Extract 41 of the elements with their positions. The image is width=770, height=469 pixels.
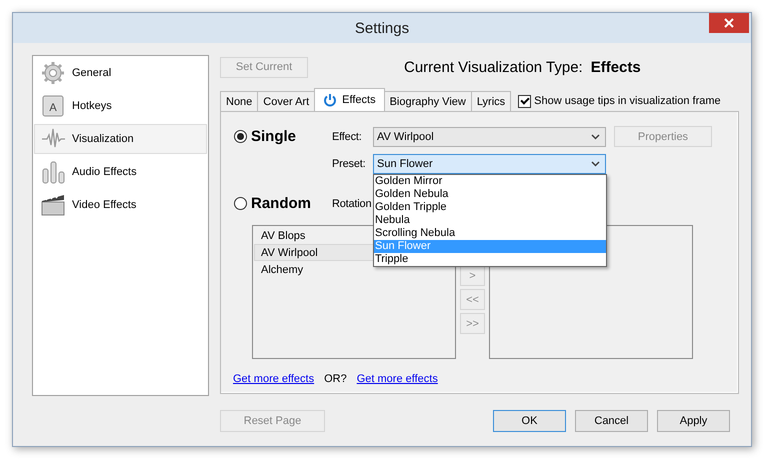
random-mode-label: Random <box>251 195 311 212</box>
effect-dropdown[interactable]: AV Wirlpool <box>373 126 606 146</box>
key-icon: A <box>41 94 65 118</box>
current-type-label: Current Visualization Type: <box>404 58 583 76</box>
chevron-down-icon <box>591 161 600 167</box>
dropdown-option[interactable]: Golden Mirror <box>374 175 606 188</box>
sidebar-item[interactable]: Video Effects <box>34 190 207 220</box>
sidebar-item[interactable]: Visualization <box>34 124 207 154</box>
tab[interactable]: Effects <box>314 88 385 111</box>
checkbox[interactable] <box>518 94 532 108</box>
dialog-button[interactable]: Cancel <box>575 410 648 432</box>
radio-button[interactable] <box>234 197 247 210</box>
dialog-button[interactable]: Apply <box>657 410 730 432</box>
dropdown-option[interactable]: Nebula <box>374 214 606 227</box>
show-tips-label: Show usage tips in visualization frame <box>534 95 721 107</box>
tab[interactable]: Lyrics <box>470 91 512 111</box>
or-label: OR? <box>324 373 347 385</box>
bars-icon <box>41 160 65 184</box>
get-more-effects-link[interactable]: Get more effects <box>356 373 438 385</box>
preset-label: Preset: <box>332 158 366 170</box>
dropdown-option[interactable]: Scrolling Nebula <box>374 227 606 240</box>
radio-button[interactable] <box>234 130 247 143</box>
effect-label: Effect: <box>332 130 363 142</box>
get-more-effects-link[interactable]: Get more effects <box>233 373 314 385</box>
dropdown-option[interactable]: Golden Tripple <box>374 201 606 214</box>
clapperboard-icon <box>41 193 65 217</box>
close-icon <box>724 18 734 28</box>
dropdown-option[interactable]: Golden Nebula <box>374 188 606 201</box>
sidebar-item[interactable]: A Hotkeys <box>34 91 207 121</box>
preset-dropdown[interactable]: Sun Flower <box>373 154 606 174</box>
rotation-label: Rotation <box>332 198 372 210</box>
tab[interactable]: None <box>220 91 258 111</box>
current-type-value: Effects <box>590 58 641 76</box>
sidebar-item[interactable]: General <box>34 58 207 88</box>
gear-icon <box>41 61 65 85</box>
dialog-button[interactable]: OK <box>493 410 566 432</box>
close-button[interactable] <box>709 13 749 33</box>
window-title: Settings <box>354 20 410 36</box>
sidebar-item[interactable]: Audio Effects <box>34 157 207 187</box>
single-mode-label: Single <box>251 128 296 145</box>
chevron-down-icon <box>591 134 600 140</box>
